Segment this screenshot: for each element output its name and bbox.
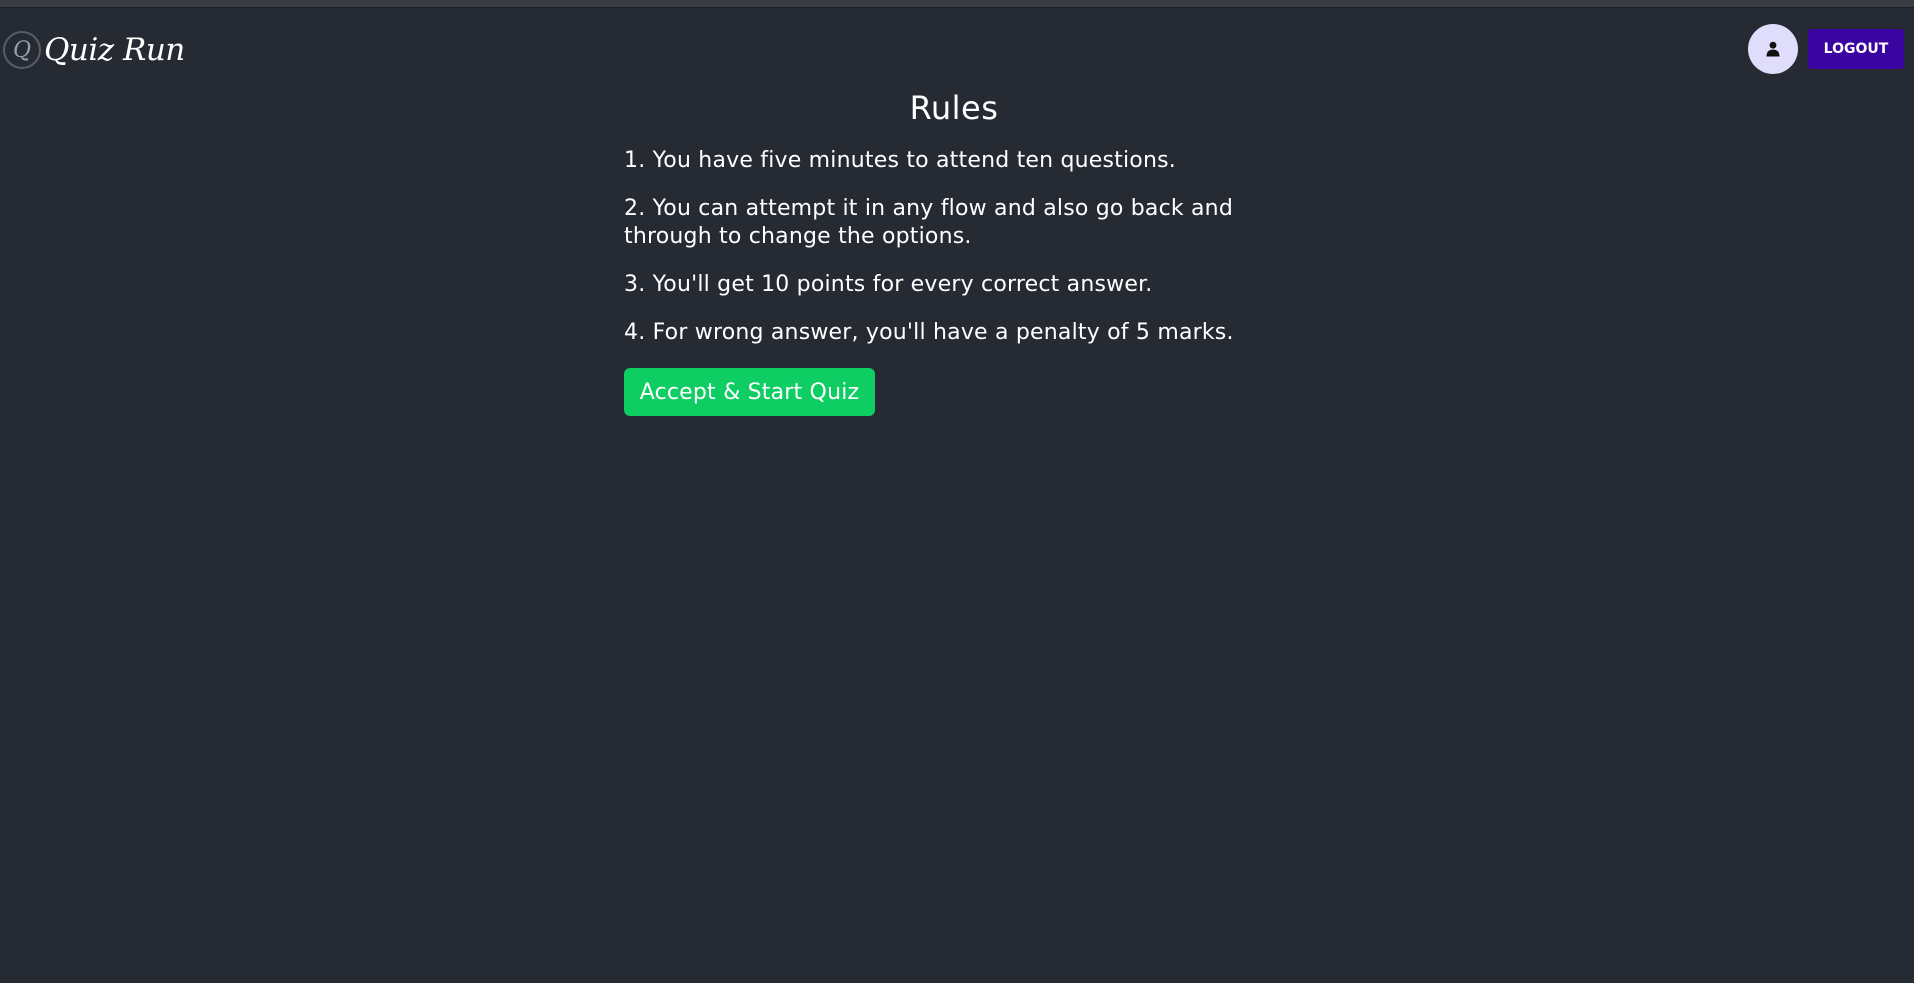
- rule-item: 3. You'll get 10 points for every correc…: [624, 272, 1153, 297]
- navbar: Q Quiz Run LOGOUT: [0, 7, 1914, 92]
- accept-start-quiz-button[interactable]: Accept & Start Quiz: [624, 368, 875, 416]
- user-avatar-button[interactable]: [1748, 24, 1798, 74]
- rule-item: 4. For wrong answer, you'll have a penal…: [624, 320, 1234, 345]
- brand[interactable]: Q Quiz Run: [3, 29, 185, 71]
- logout-button[interactable]: LOGOUT: [1808, 29, 1904, 69]
- rule-item: 2. You can attempt it in any flow and al…: [624, 196, 1233, 249]
- quiz-logo-icon: Q: [3, 31, 41, 69]
- rules-list: 1. You have five minutes to attend ten q…: [624, 147, 1284, 367]
- brand-name: Quiz Run: [44, 32, 185, 68]
- user-icon: [1766, 41, 1780, 57]
- rule-item: 1. You have five minutes to attend ten q…: [624, 148, 1176, 173]
- rules-title: Rules: [909, 89, 999, 127]
